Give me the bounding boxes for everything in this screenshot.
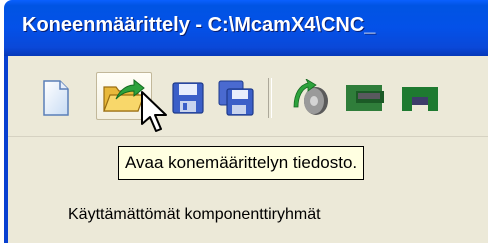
save-as-icon (218, 80, 254, 116)
new-file-icon (43, 80, 69, 116)
save-button[interactable] (168, 78, 208, 118)
machine-definition-window: Koneenmäärittely - C:\McamX4\CNC_ Avaa k… (0, 0, 488, 243)
rotary-axis-button[interactable] (290, 78, 330, 118)
spindle-button[interactable] (400, 78, 440, 118)
toolbar (8, 56, 488, 137)
unused-component-groups-label: Käyttämättömät komponenttiryhmät (68, 206, 321, 223)
spindle-icon (402, 87, 438, 111)
toolbar-separator (268, 78, 272, 118)
title-bar[interactable]: Koneenmäärittely - C:\McamX4\CNC_ (4, 0, 488, 56)
new-file-button[interactable] (36, 78, 76, 118)
tooltip: Avaa konemäärittelyn tiedosto. (118, 146, 365, 180)
save-as-button[interactable] (216, 78, 256, 118)
save-icon (172, 82, 204, 114)
window-title: Koneenmäärittely - C:\McamX4\CNC_ (22, 14, 376, 36)
component-group-icon (346, 85, 384, 111)
rotary-axis-icon (293, 79, 328, 115)
component-group-button[interactable] (344, 78, 384, 118)
mouse-cursor-icon (141, 91, 167, 132)
